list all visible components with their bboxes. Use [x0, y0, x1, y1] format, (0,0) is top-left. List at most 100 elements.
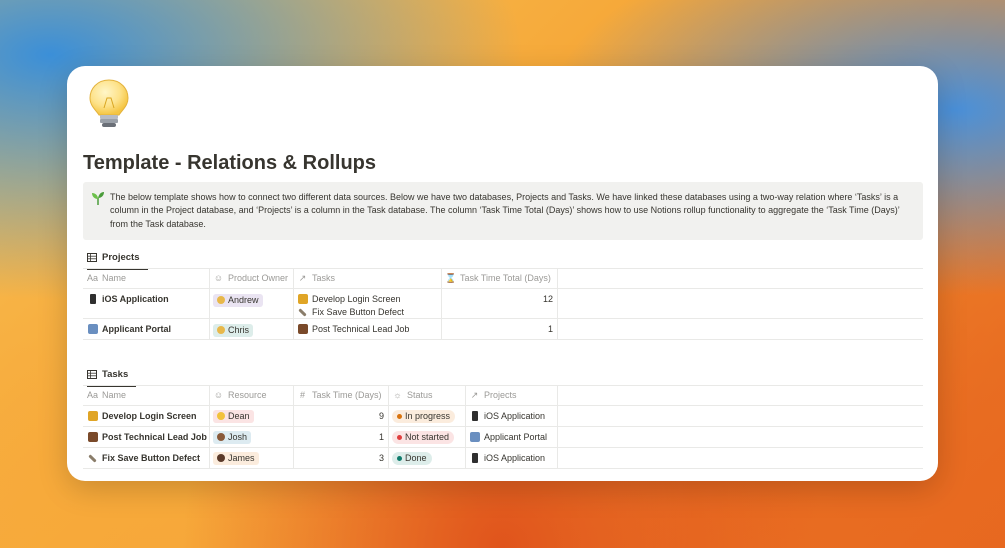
column-header-name[interactable]: Aa Name	[87, 388, 126, 402]
status-cell[interactable]: Not started	[392, 430, 455, 444]
column-header-product-owner[interactable]: ☺ Product Owner	[213, 271, 288, 285]
divider	[293, 268, 294, 340]
arrow-up-right-icon: ↗	[298, 272, 307, 283]
product-owner-cell[interactable]: Andrew	[213, 293, 263, 307]
column-header-label: Status	[407, 390, 433, 400]
resource-cell[interactable]: Dean	[213, 409, 254, 423]
relation-item[interactable]: Fix Save Button Defect	[297, 305, 404, 319]
page-title: Template - Relations & Rollups	[83, 152, 376, 174]
text-aa-icon: Aa	[87, 390, 99, 400]
status-badge[interactable]: Not started	[392, 430, 455, 444]
resource-cell[interactable]: James	[213, 451, 259, 465]
person-tag[interactable]: Andrew	[213, 293, 263, 307]
divider	[557, 268, 558, 340]
status-cell[interactable]: Done	[392, 451, 432, 465]
status-badge[interactable]: In progress	[392, 409, 456, 423]
status-label: Done	[405, 453, 427, 463]
person-tag[interactable]: Chris	[213, 323, 254, 337]
rollup-value-cell: 1	[445, 322, 553, 336]
avatar	[217, 412, 225, 420]
project-name: Applicant Portal	[102, 324, 172, 334]
tasks-view-label: Tasks	[102, 368, 129, 380]
task-name: Post Technical Lead Job	[102, 432, 207, 442]
mobile-phone-icon	[469, 453, 480, 464]
relation-item[interactable]: Develop Login Screen	[297, 292, 401, 306]
relation-item[interactable]: iOS Application	[469, 451, 545, 465]
person-tag[interactable]: James	[213, 451, 259, 465]
status-badge[interactable]: Done	[392, 451, 432, 465]
hash-icon: #	[299, 390, 305, 400]
resource-cell[interactable]: Josh	[213, 430, 252, 444]
column-header-label: Task Time Total (Days)	[460, 273, 551, 283]
person-name: James	[228, 453, 255, 463]
person-tag[interactable]: Josh	[213, 430, 252, 444]
arrow-up-right-icon: ↗	[470, 389, 479, 400]
project-name-cell[interactable]: iOS Application	[87, 292, 169, 306]
product-owner-cell[interactable]: Chris	[213, 323, 254, 337]
column-header-label: Projects	[484, 390, 517, 400]
person-icon: ☺	[213, 273, 224, 283]
divider	[441, 268, 442, 340]
relation-item[interactable]: Post Technical Lead Job	[297, 322, 409, 336]
column-header-name[interactable]: Aa Name	[87, 271, 126, 285]
relation-link: Applicant Portal	[484, 432, 548, 442]
status-label: In progress	[405, 411, 451, 421]
column-header-label: Product Owner	[228, 273, 289, 283]
task-name-cell[interactable]: Develop Login Screen	[87, 409, 197, 423]
tab-tasks-view[interactable]: Tasks	[87, 364, 137, 387]
rollup-value-cell: 12	[445, 292, 553, 306]
column-header-label: Task Time (Days)	[312, 390, 382, 400]
person-at-desk-icon	[87, 324, 98, 335]
mobile-phone-icon	[87, 294, 98, 305]
person-name: Chris	[228, 325, 250, 335]
projects-table: Aa Name ☺ Product Owner ↗ Tasks ⌛ Task T…	[83, 268, 923, 340]
task-time-cell[interactable]: 9	[297, 409, 384, 423]
person-tag[interactable]: Dean	[213, 409, 254, 423]
callout-text: The below template shows how to connect …	[110, 192, 900, 229]
seedling-icon	[92, 192, 104, 205]
divider	[209, 385, 210, 469]
status-dot	[397, 455, 402, 461]
tab-projects-view[interactable]: Projects	[87, 247, 148, 270]
status-cell[interactable]: In progress	[392, 409, 456, 423]
task-name: Fix Save Button Defect	[102, 453, 201, 463]
task-time-cell[interactable]: 3	[297, 451, 384, 465]
task-name-cell[interactable]: Fix Save Button Defect	[87, 451, 200, 465]
column-header-label: Resource	[228, 390, 267, 400]
divider	[293, 385, 294, 469]
column-header-task-time-total[interactable]: ⌛ Task Time Total (Days)	[445, 271, 551, 285]
divider	[209, 268, 210, 340]
projects-view-label: Projects	[102, 251, 140, 263]
task-name: Develop Login Screen	[102, 411, 197, 421]
lock-key-icon	[87, 411, 98, 422]
relation-link: Develop Login Screen	[312, 294, 401, 304]
avatar	[217, 433, 225, 441]
rollup-value: 1	[547, 324, 553, 334]
person-name: Andrew	[228, 295, 259, 305]
rollup-value: 12	[542, 294, 553, 304]
callout-block: The below template shows how to connect …	[83, 182, 923, 240]
relation-link: Post Technical Lead Job	[312, 324, 410, 334]
avatar	[217, 454, 225, 462]
relation-link: Fix Save Button Defect	[312, 307, 405, 317]
task-time-cell[interactable]: 1	[297, 430, 384, 444]
project-name-cell[interactable]: Applicant Portal	[87, 322, 171, 336]
column-header-projects[interactable]: ↗ Projects	[469, 388, 517, 402]
relation-item[interactable]: Applicant Portal	[469, 430, 547, 444]
person-name: Josh	[228, 432, 248, 442]
task-time-value: 9	[378, 411, 384, 421]
lock-key-icon	[297, 294, 308, 305]
column-header-resource[interactable]: ☺ Resource	[213, 388, 267, 402]
column-header-tasks[interactable]: ↗ Tasks	[297, 271, 335, 285]
divider	[388, 385, 389, 469]
column-header-task-time[interactable]: # Task Time (Days)	[297, 388, 382, 402]
status-dot	[397, 434, 402, 440]
task-name-cell[interactable]: Post Technical Lead Job	[87, 430, 207, 444]
person-icon: ☺	[213, 390, 224, 400]
column-header-status[interactable]: ☼ Status	[392, 388, 433, 402]
relation-link: iOS Application	[484, 411, 546, 421]
relation-item[interactable]: iOS Application	[469, 409, 545, 423]
tasks-table: Aa Name ☺ Resource # Task Time (Days) ☼ …	[83, 385, 923, 469]
lightbulb-icon[interactable]	[87, 78, 131, 130]
column-header-label: Name	[102, 390, 127, 400]
